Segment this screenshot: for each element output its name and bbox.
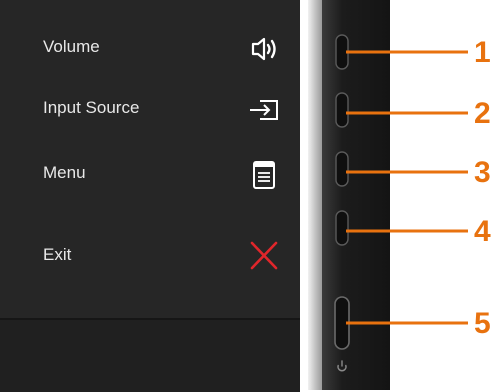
- callout-number-1: 1: [474, 36, 491, 69]
- monitor-button-3[interactable]: [335, 151, 349, 187]
- button-diagram: [334, 34, 468, 372]
- monitor-button-4[interactable]: [335, 210, 349, 246]
- monitor-button-2[interactable]: [335, 92, 349, 128]
- callout-number-2: 2: [474, 97, 491, 130]
- callout-number-5: 5: [474, 307, 491, 340]
- power-icon: [337, 360, 347, 372]
- callout-number-3: 3: [474, 156, 491, 189]
- callout-number-4: 4: [474, 215, 491, 248]
